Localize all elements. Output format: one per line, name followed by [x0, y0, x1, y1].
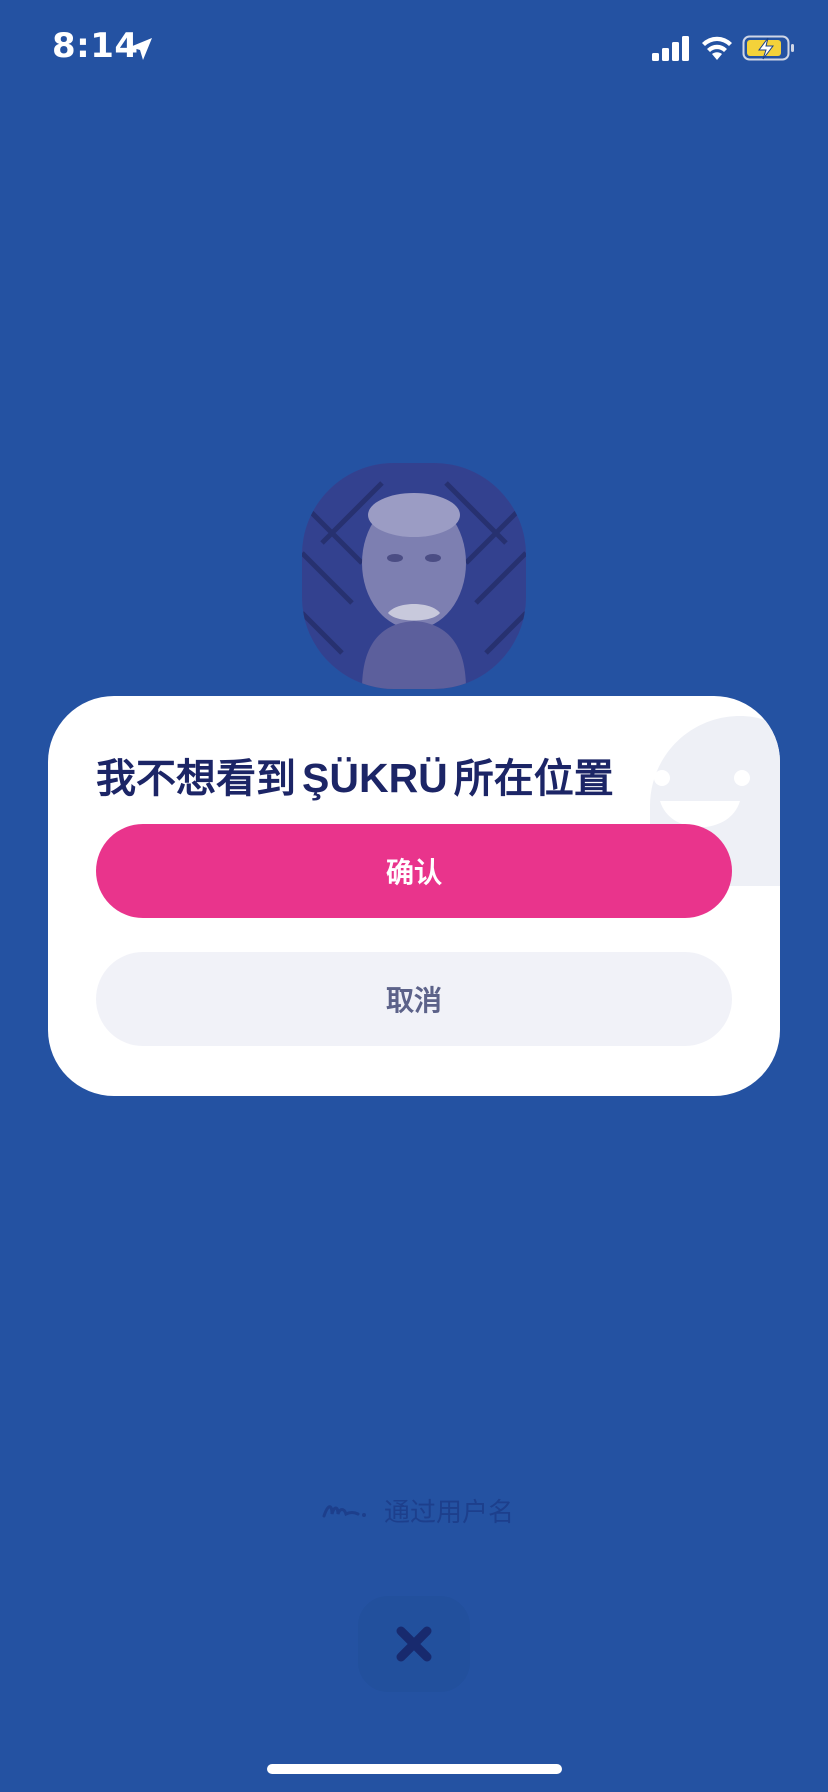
avatar-photo — [302, 463, 526, 689]
status-time: 8:14 — [52, 26, 139, 66]
status-bar: 8:14 — [0, 0, 828, 100]
title-user-name: ŞÜKRÜ — [302, 755, 448, 801]
close-x-icon — [396, 1626, 432, 1662]
confirmation-dialog: 我不想看到 ŞÜKRÜ 所在位置 确认 取消 — [48, 696, 780, 1096]
via-username-label: 通过用户名 — [384, 1497, 515, 1528]
battery-charging-icon — [742, 35, 794, 61]
confirm-button[interactable]: 确认 — [96, 824, 732, 918]
signature-scribble-icon — [322, 1505, 366, 1518]
wifi-icon — [702, 36, 732, 60]
home-indicator[interactable] — [267, 1764, 562, 1774]
title-suffix: 所在位置 — [453, 756, 614, 802]
cellular-signal-icon — [652, 36, 689, 61]
close-button[interactable] — [358, 1596, 470, 1692]
user-avatar — [302, 463, 526, 689]
cancel-button[interactable]: 取消 — [96, 952, 732, 1046]
location-arrow-icon — [130, 38, 152, 60]
title-prefix: 我不想看到 — [96, 756, 296, 802]
dialog-title: 我不想看到 ŞÜKRÜ 所在位置 — [96, 746, 736, 804]
via-username-link[interactable]: 通过用户名 — [322, 1490, 514, 1530]
